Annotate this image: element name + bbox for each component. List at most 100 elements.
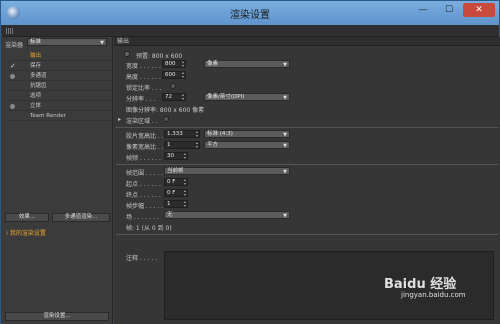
- width-input[interactable]: 800 ▴ ▾: [162, 60, 186, 68]
- resolution-unit-value: 像素/英寸(DPI): [207, 94, 245, 100]
- end-label: 终点 . . . . . .: [126, 192, 161, 199]
- chevron-down-icon: ▼: [283, 62, 287, 68]
- tree-item-label: 输出: [30, 53, 42, 59]
- tree-item-label: 立体: [30, 103, 42, 109]
- frame-rate-input[interactable]: 30 ▴ ▾: [164, 152, 188, 160]
- left-panel: 渲染器 标准 ▼ 输出 ✓ 保存 多通道 抗锯齿 选项 立体 Team Render…: [2, 37, 113, 324]
- chevron-down-icon: ▼: [283, 143, 287, 149]
- frames-info: 帧: 1 (从 0 到 0): [126, 225, 172, 232]
- toolbar: [2, 25, 499, 37]
- spinner-icon[interactable]: ▴ ▾: [196, 130, 198, 138]
- film-aspect-label: 胶片宽高比 . . .: [126, 133, 168, 140]
- close-button[interactable]: ✕: [463, 3, 495, 17]
- notes-label: 注释 . . . . .: [126, 255, 158, 262]
- render-region-label: 渲染区域 . .: [126, 118, 158, 125]
- unit-select[interactable]: 像素 ▼: [204, 60, 290, 68]
- tree-node-icon: ⁞: [6, 230, 8, 237]
- height-label: 高度 . . . . . .: [126, 74, 161, 81]
- baidu-watermark: Baidu 经验: [384, 277, 457, 292]
- frame-range-select[interactable]: 当前帧 ▼: [164, 167, 290, 175]
- tree-item-team-render[interactable]: Team Render: [8, 112, 112, 121]
- tree-item-label: 多通道: [30, 73, 47, 79]
- toggle-dot-icon[interactable]: [10, 104, 15, 109]
- tree-item-label: 保存: [30, 63, 42, 69]
- chevron-down-icon: ▼: [283, 169, 287, 175]
- tree-item-stereo[interactable]: 立体: [8, 102, 112, 111]
- spinner-icon[interactable]: ▴ ▾: [184, 152, 186, 160]
- unit-value: 像素: [207, 61, 219, 67]
- frame-step-value: 1: [167, 201, 171, 207]
- height-input[interactable]: 600 ▴ ▾: [162, 71, 186, 79]
- frame-range-value: 当前帧: [167, 168, 184, 174]
- maximize-button[interactable]: ☐: [437, 3, 461, 17]
- checkmark-icon[interactable]: ✓: [10, 62, 16, 71]
- frame-range-label: 帧范围 . . . . .: [126, 170, 164, 177]
- lock-ratio-checkbox[interactable]: [170, 83, 176, 89]
- chevron-down-icon: ▼: [283, 95, 287, 101]
- film-aspect-value: 1.333: [167, 131, 183, 137]
- spinner-icon[interactable]: ▴ ▾: [184, 178, 186, 186]
- grip-icon[interactable]: [6, 28, 14, 34]
- film-aspect-select[interactable]: 标准 (4:3) ▼: [204, 130, 290, 138]
- width-value: 800: [165, 61, 176, 67]
- renderer-value: 标准: [30, 39, 42, 45]
- render-region-checkbox[interactable]: [163, 116, 169, 122]
- my-render-settings[interactable]: ⁞ 我的渲染设置: [6, 228, 46, 237]
- end-value: 0 F: [167, 190, 176, 196]
- render-settings-button[interactable]: 渲染设置...: [5, 312, 109, 321]
- spinner-icon[interactable]: ▴ ▾: [196, 141, 198, 149]
- toggle-dot-icon[interactable]: [10, 74, 15, 79]
- frame-rate-value: 30: [167, 153, 174, 159]
- multipass-render-button[interactable]: 多通道渲染...: [52, 213, 110, 222]
- title-bar: 渲染设置 — ☐ ✕: [1, 1, 499, 25]
- resolution-label: 分辨率 . . .: [126, 96, 156, 103]
- tree-item-options[interactable]: 选项: [8, 92, 112, 101]
- render-settings-window: 渲染设置 — ☐ ✕ 渲染器 标准 ▼ 输出 ✓ 保存 多通道 抗锯齿 选项 立体 …: [0, 0, 500, 324]
- tree-item-save[interactable]: ✓ 保存: [8, 62, 112, 71]
- end-input[interactable]: 0 F ▴ ▾: [164, 189, 188, 197]
- tree-item-label: 选项: [30, 93, 42, 99]
- fields-select[interactable]: 无 ▼: [164, 211, 290, 219]
- spinner-icon[interactable]: ▴ ▾: [184, 189, 186, 197]
- divider: [116, 127, 498, 128]
- chevron-down-icon: ▼: [100, 40, 104, 46]
- divider: [116, 164, 498, 165]
- renderer-select[interactable]: 标准 ▼: [27, 38, 107, 46]
- pixel-aspect-label: 像素宽高比 . . .: [126, 144, 168, 151]
- lock-ratio-label: 锁定比率 . . .: [126, 85, 162, 92]
- expand-arrow-icon[interactable]: ▸: [118, 116, 121, 123]
- resolution-input[interactable]: 72 ▴ ▾: [162, 93, 186, 101]
- start-label: 起点 . . . . . .: [126, 181, 161, 188]
- effects-button[interactable]: 效果...: [5, 213, 49, 222]
- pixel-aspect-select[interactable]: 平方 ▼: [204, 141, 290, 149]
- divider: [116, 234, 498, 235]
- start-value: 0 F: [167, 179, 176, 185]
- resolution-value: 72: [165, 94, 172, 100]
- spinner-icon[interactable]: ▴ ▾: [182, 60, 184, 68]
- renderer-label: 渲染器: [5, 42, 24, 49]
- frame-step-input[interactable]: 1 ▴ ▾: [164, 200, 188, 208]
- tree-item-output[interactable]: 输出: [8, 52, 112, 61]
- pixel-aspect-standard: 平方: [207, 142, 219, 148]
- spinner-icon[interactable]: ▴ ▾: [184, 200, 186, 208]
- spinner-icon[interactable]: ▴ ▾: [182, 93, 184, 101]
- fields-label: 场 . . . . . . .: [126, 214, 159, 221]
- tree-item-antialiasing[interactable]: 抗锯齿: [8, 82, 112, 91]
- my-render-settings-label: 我的渲染设置: [9, 230, 46, 237]
- film-aspect-input[interactable]: 1.333 ▴ ▾: [164, 130, 200, 138]
- fields-value: 无: [167, 212, 173, 218]
- pixel-aspect-input[interactable]: 1 ▴ ▾: [164, 141, 200, 149]
- baidu-watermark-url: jingyan.baidu.com: [401, 291, 466, 299]
- spinner-icon[interactable]: ▴ ▾: [182, 71, 184, 79]
- minimize-button[interactable]: —: [411, 3, 435, 17]
- preset-button[interactable]: [124, 51, 130, 57]
- film-aspect-standard: 标准 (4:3): [207, 131, 233, 137]
- tree-item-label: 抗锯齿: [30, 83, 47, 89]
- chevron-down-icon: ▼: [283, 132, 287, 138]
- preset-label: 预置: 800 x 600: [136, 53, 183, 60]
- tree-item-multipass[interactable]: 多通道: [8, 72, 112, 81]
- pixel-aspect-value: 1: [167, 142, 171, 148]
- start-input[interactable]: 0 F ▴ ▾: [164, 178, 188, 186]
- resolution-unit-select[interactable]: 像素/英寸(DPI) ▼: [204, 93, 290, 101]
- section-header: 输出: [114, 37, 500, 46]
